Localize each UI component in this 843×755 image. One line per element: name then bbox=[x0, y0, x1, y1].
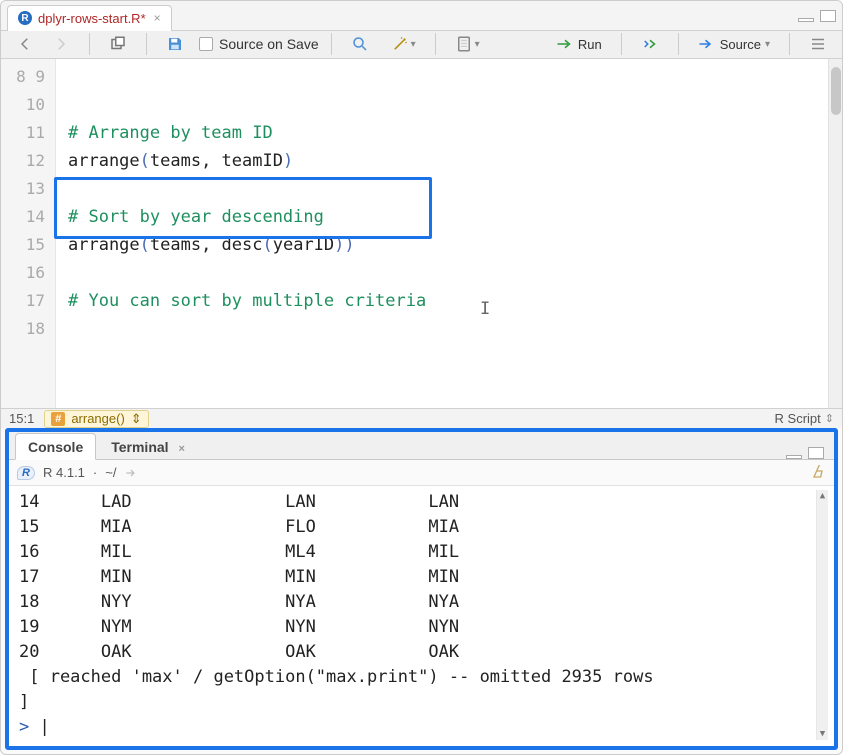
close-icon[interactable]: × bbox=[154, 11, 161, 25]
scope-indicator[interactable]: # arrange() ⇕ bbox=[44, 410, 148, 428]
updown-icon: ⇕ bbox=[825, 412, 834, 425]
scope-label: arrange() bbox=[71, 411, 124, 426]
minimize-pane-icon[interactable] bbox=[798, 18, 814, 22]
source-editor[interactable]: 8 9 10 11 12 13 14 15 16 17 18 # Arrange… bbox=[1, 59, 842, 408]
file-tab-bar: R dplyr-rows-start.R* × bbox=[1, 1, 842, 31]
tab-console-label: Console bbox=[28, 439, 83, 455]
maximize-pane-icon[interactable] bbox=[820, 10, 836, 22]
file-tab[interactable]: R dplyr-rows-start.R* × bbox=[7, 5, 172, 31]
file-tab-label: dplyr-rows-start.R* bbox=[38, 11, 146, 26]
notebook-icon bbox=[455, 35, 473, 53]
language-mode[interactable]: R Script ⇕ bbox=[775, 411, 834, 426]
console-scrollbar[interactable]: ▲ ▼ bbox=[816, 490, 828, 740]
close-icon[interactable]: × bbox=[178, 443, 184, 455]
run-icon bbox=[556, 35, 574, 53]
rerun-icon bbox=[641, 35, 659, 53]
arrow-right-icon bbox=[52, 35, 70, 53]
r-file-icon: R bbox=[18, 11, 32, 25]
forward-button[interactable] bbox=[45, 31, 77, 57]
editor-toolbar: Source on Save ▾ ▾ Run Source ▾ bbox=[1, 31, 842, 59]
hash-icon: # bbox=[51, 412, 65, 426]
scrollbar-thumb[interactable] bbox=[831, 67, 841, 115]
scroll-down-icon[interactable]: ▼ bbox=[817, 728, 828, 740]
r-logo-icon: R bbox=[17, 466, 35, 480]
minimize-pane-icon[interactable] bbox=[786, 455, 802, 459]
console-tab-bar: Console Terminal × bbox=[9, 432, 834, 460]
save-icon bbox=[166, 35, 184, 53]
wand-icon bbox=[391, 35, 409, 53]
editor-statusbar: 15:1 # arrange() ⇕ R Script ⇕ bbox=[1, 408, 842, 428]
rstudio-window: R dplyr-rows-start.R* × Source bbox=[0, 0, 843, 755]
pane-controls bbox=[798, 10, 836, 22]
text-cursor-icon: I bbox=[480, 295, 490, 323]
source-button[interactable]: Source ▾ bbox=[691, 31, 777, 57]
tab-terminal[interactable]: Terminal × bbox=[98, 433, 198, 459]
console-toolbar: R R 4.1.1 · ~/ bbox=[9, 460, 834, 486]
popout-icon[interactable] bbox=[124, 466, 138, 480]
code-tools-button[interactable]: ▾ bbox=[384, 31, 423, 57]
scroll-up-icon[interactable]: ▲ bbox=[817, 490, 828, 502]
code-area[interactable]: # Arrange by team ID arrange(teams, team… bbox=[56, 59, 828, 408]
broom-icon bbox=[810, 463, 826, 479]
tab-terminal-label: Terminal bbox=[111, 439, 168, 455]
line-number-gutter: 8 9 10 11 12 13 14 15 16 17 18 bbox=[1, 59, 56, 408]
outline-button[interactable] bbox=[802, 31, 834, 57]
compile-report-button[interactable]: ▾ bbox=[448, 31, 487, 57]
save-button[interactable] bbox=[159, 31, 191, 57]
editor-scrollbar[interactable] bbox=[828, 59, 842, 408]
popout-icon bbox=[109, 35, 127, 53]
source-on-save-toggle[interactable]: Source on Save bbox=[199, 36, 319, 52]
show-in-new-window-button[interactable] bbox=[102, 31, 134, 57]
source-icon bbox=[698, 35, 716, 53]
find-replace-button[interactable] bbox=[344, 31, 376, 57]
rerun-button[interactable] bbox=[634, 31, 666, 57]
source-on-save-label: Source on Save bbox=[219, 36, 319, 52]
run-button[interactable]: Run bbox=[549, 31, 609, 57]
search-icon bbox=[351, 35, 369, 53]
checkbox-empty-icon bbox=[199, 37, 213, 51]
back-button[interactable] bbox=[9, 31, 41, 57]
console-output[interactable]: 14 LAD LAN LAN 15 MIA FLO MIA 16 MIL ML4… bbox=[9, 486, 834, 746]
source-label: Source bbox=[720, 37, 761, 52]
console-pane: Console Terminal × R R 4.1.1 · ~/ 14 LAD bbox=[5, 428, 838, 750]
clear-console-button[interactable] bbox=[810, 463, 826, 482]
cursor-position: 15:1 bbox=[9, 411, 34, 426]
outline-icon bbox=[809, 35, 827, 53]
run-label: Run bbox=[578, 37, 602, 52]
updown-icon: ⇕ bbox=[131, 411, 142, 427]
language-label: R Script bbox=[775, 411, 821, 426]
tab-console[interactable]: Console bbox=[15, 433, 96, 460]
maximize-pane-icon[interactable] bbox=[808, 447, 824, 459]
arrow-left-icon bbox=[16, 35, 34, 53]
